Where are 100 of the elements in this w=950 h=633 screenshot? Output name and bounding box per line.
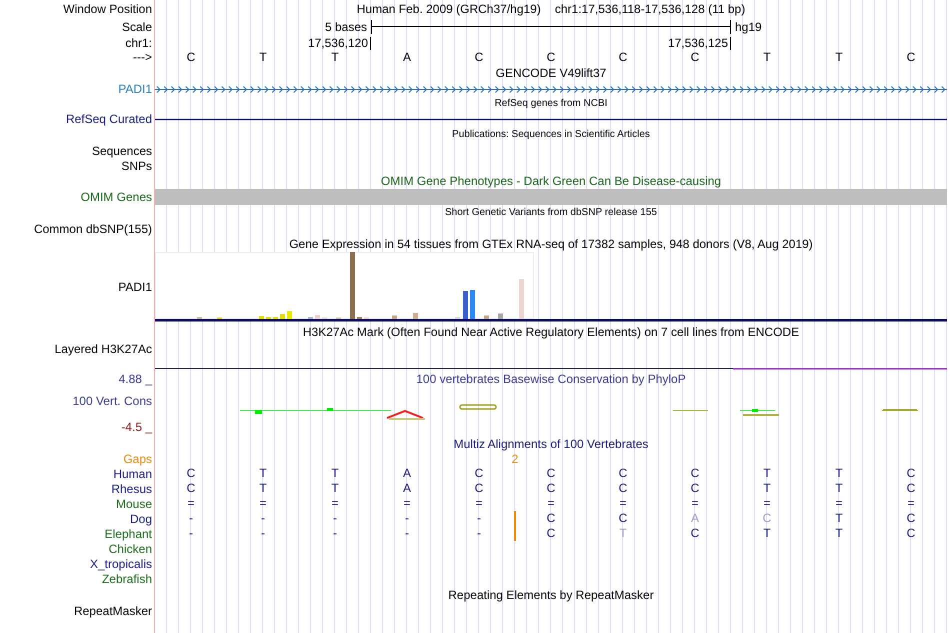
track-label[interactable]: Chicken: [0, 541, 155, 556]
gene-strand-drawing[interactable]: [155, 86, 947, 93]
expression-bar[interactable]: [498, 314, 503, 319]
track-label[interactable]: Elephant: [0, 526, 155, 541]
expression-bar[interactable]: [259, 316, 264, 319]
aligned-base: C: [186, 481, 196, 496]
aligned-base: A: [402, 481, 412, 496]
track-label[interactable]: X_tropicalis: [0, 556, 155, 571]
aligned-base: C: [546, 511, 556, 526]
aligned-base: =: [402, 496, 412, 511]
aligned-base: T: [258, 466, 268, 481]
track-title: Repeating Elements by RepeatMasker: [448, 588, 654, 602]
aligned-base: T: [834, 511, 844, 526]
gap-count: 2: [512, 452, 518, 466]
axis-max-label: 4.88 _: [118, 371, 154, 388]
base-letter: C: [546, 50, 556, 64]
assembly-name: Human Feb. 2009 (GRCh37/hg19): [356, 2, 541, 16]
aligned-base: =: [546, 496, 556, 511]
aligned-base: T: [330, 466, 340, 481]
expression-bar[interactable]: [519, 279, 524, 319]
track-label[interactable]: Mouse: [0, 496, 155, 511]
expression-bar[interactable]: [463, 291, 468, 319]
aligned-base: -: [476, 526, 482, 541]
aligned-base: C: [474, 481, 484, 496]
aligned-base: C: [690, 466, 700, 481]
track-label[interactable]: RepeatMasker: [0, 603, 155, 618]
aligned-base: -: [260, 511, 266, 526]
track-label: Window Position: [62, 1, 153, 18]
aligned-base: T: [762, 526, 772, 541]
track-label: Scale: [120, 19, 153, 36]
expression-bar[interactable]: [315, 315, 320, 319]
aligned-base: T: [330, 481, 340, 496]
aligned-base: A: [690, 511, 700, 526]
track-label[interactable]: Rhesus: [0, 481, 155, 496]
expression-bar[interactable]: [413, 313, 418, 319]
aligned-base: C: [906, 481, 916, 496]
axis-min-label: -4.5 _: [121, 420, 152, 434]
aligned-base: -: [404, 511, 410, 526]
track-title: GENCODE V49lift37: [496, 66, 606, 80]
base-letter: A: [402, 50, 412, 64]
gene-line[interactable]: [155, 118, 947, 120]
aligned-base: C: [690, 526, 700, 541]
track-label[interactable]: Human: [0, 466, 155, 481]
aligned-base: C: [618, 466, 628, 481]
track-title: H3K27Ac Mark (Often Found Near Active Regulatory Elements) on 7 cell lines from ENCODE: [302, 325, 800, 339]
aligned-base: C: [618, 481, 628, 496]
aligned-base: C: [690, 481, 700, 496]
track-title: Multiz Alignments of 100 Vertebrates: [454, 437, 648, 451]
aligned-base: T: [762, 481, 772, 496]
track-label[interactable]: Zebrafish: [0, 571, 155, 586]
aligned-base: -: [188, 526, 194, 541]
track-title: RefSeq genes from NCBI: [494, 97, 608, 111]
track-label[interactable]: Layered H3K27Ac: [0, 342, 155, 370]
aligned-base: -: [404, 526, 410, 541]
aligned-base: C: [546, 466, 556, 481]
aligned-base: C: [546, 526, 556, 541]
aligned-base: T: [762, 466, 772, 481]
aligned-base: C: [906, 526, 916, 541]
aligned-base: =: [330, 496, 340, 511]
phenotype-bar[interactable]: [155, 189, 947, 205]
aligned-base: T: [834, 526, 844, 541]
aligned-base: C: [906, 511, 916, 526]
base-letter: T: [834, 50, 844, 64]
aligned-base: =: [186, 496, 196, 511]
track-label[interactable]: OMIM Genes: [0, 189, 155, 205]
aligned-base: =: [690, 496, 700, 511]
track-label[interactable]: Dog: [0, 511, 155, 526]
aligned-base: C: [186, 466, 196, 481]
aligned-base: -: [476, 511, 482, 526]
base-letter: T: [330, 50, 340, 64]
track-label: --->: [132, 49, 153, 65]
expression-bar[interactable]: [287, 311, 292, 319]
track-label[interactable]: Sequences: [0, 143, 155, 158]
track-label[interactable]: RefSeq Curated: [0, 111, 155, 127]
aligned-base: -: [332, 511, 338, 526]
base-letter: C: [618, 50, 628, 64]
expression-bar[interactable]: [280, 314, 285, 319]
track-label[interactable]: PADI1: [0, 252, 155, 322]
aligned-base: -: [188, 511, 194, 526]
aligned-base: A: [402, 466, 412, 481]
track-label[interactable]: PADI1: [0, 81, 155, 97]
track-title: 100 vertebrates Basewise Conservation by PhyloP: [416, 372, 686, 386]
aligned-base: C: [546, 481, 556, 496]
aligned-base: -: [332, 526, 338, 541]
expression-bar[interactable]: [350, 252, 355, 319]
base-letter: C: [906, 50, 916, 64]
track-label[interactable]: Common dbSNP(155): [0, 221, 155, 236]
coordinate-tick: 17,536,125: [668, 36, 731, 50]
expression-bar[interactable]: [484, 316, 489, 319]
position-range: chr1:17,536,118-17,536,128 (11 bp): [554, 2, 746, 16]
aligned-base: T: [834, 466, 844, 481]
track-label[interactable]: SNPs: [0, 158, 155, 173]
track-label[interactable]: 100 Vert. Cons: [72, 394, 152, 408]
aligned-base: =: [906, 496, 916, 511]
aligned-base: T: [618, 526, 628, 541]
aligned-base: =: [762, 496, 772, 511]
expression-bar[interactable]: [470, 290, 475, 319]
expression-bar[interactable]: [392, 316, 397, 319]
aligned-base: =: [834, 496, 844, 511]
base-letter: C: [186, 50, 196, 64]
